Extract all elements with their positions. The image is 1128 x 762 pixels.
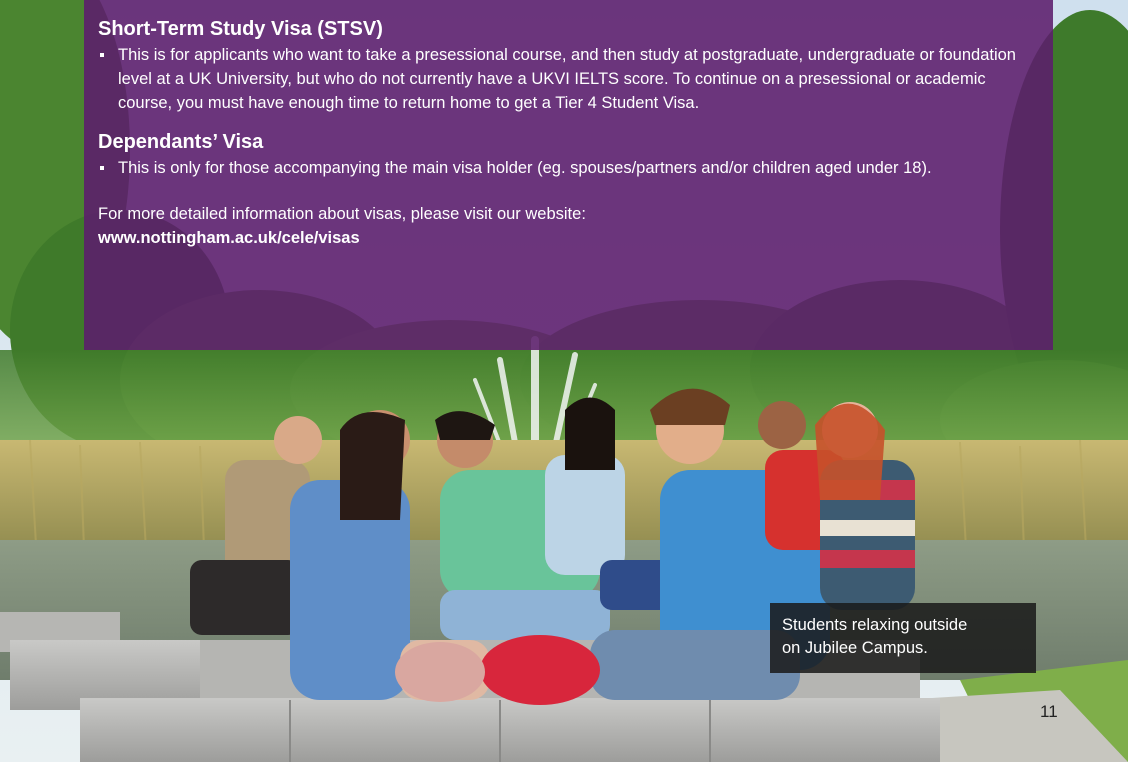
- dependants-bullet-list: This is only for those accompanying the …: [98, 156, 1033, 180]
- photo-caption: Students relaxing outside on Jubilee Cam…: [770, 603, 1036, 673]
- square-bullet-icon: [100, 166, 104, 170]
- visa-info-panel: Short-Term Study Visa (STSV) This is for…: [84, 0, 1053, 350]
- caption-line-1: Students relaxing outside: [782, 616, 968, 634]
- brochure-page: Short-Term Study Visa (STSV) This is for…: [0, 0, 1128, 762]
- dependants-bullet-item: This is only for those accompanying the …: [98, 156, 1033, 180]
- more-info-text: For more detailed information about visa…: [98, 205, 586, 223]
- dependants-bullet-text: This is only for those accompanying the …: [118, 159, 932, 177]
- caption-line-2: on Jubilee Campus.: [782, 639, 928, 657]
- stsv-bullet-list: This is for applicants who want to take …: [98, 43, 1033, 115]
- stsv-heading: Short-Term Study Visa (STSV): [98, 18, 383, 40]
- visas-website-link[interactable]: www.nottingham.ac.uk/cele/visas: [98, 226, 360, 250]
- stsv-bullet-text: This is for applicants who want to take …: [118, 46, 1016, 112]
- dependants-heading: Dependants’ Visa: [98, 131, 264, 153]
- square-bullet-icon: [100, 53, 104, 57]
- more-info-block: For more detailed information about visa…: [98, 202, 1033, 250]
- stsv-bullet-item: This is for applicants who want to take …: [98, 43, 1033, 115]
- page-number: 11: [1040, 702, 1058, 721]
